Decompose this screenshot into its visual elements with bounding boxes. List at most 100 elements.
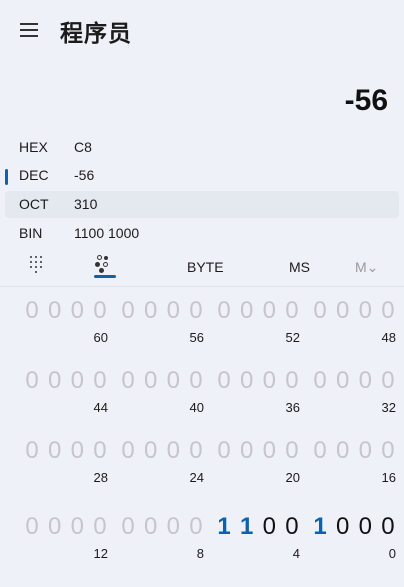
bit-toggle[interactable]: 0 [118,510,138,544]
bit-toggle[interactable]: 0 [214,434,234,468]
bit-toggle[interactable]: 0 [67,364,87,398]
bit-toggle[interactable]: 0 [310,294,330,328]
memory-store-button[interactable]: MS [289,259,310,289]
result-display: -56 [344,84,388,117]
full-keypad-icon[interactable] [28,254,48,274]
bit-toggle[interactable]: 0 [141,510,161,544]
bit-toggle[interactable]: 0 [163,510,183,544]
bit-toggle[interactable]: 0 [163,364,183,398]
bit-digits: 0000 [310,364,398,398]
bit-toggle[interactable]: 0 [378,510,398,544]
bit-toggle[interactable]: 0 [22,294,42,328]
bit-digits: 0000 [214,294,302,328]
bit-toggle[interactable]: 0 [355,510,375,544]
bit-toggle[interactable]: 0 [310,364,330,398]
bit-digits: 0000 [310,294,398,328]
radix-value: 1100 1000 [74,225,140,241]
bit-position-label: 16 [381,470,396,485]
bit-position-label: 8 [196,546,204,561]
bit-toggle[interactable]: 0 [282,294,302,328]
bit-digits: 0000 [22,364,110,398]
bit-digits: 1100 [214,510,302,544]
bit-toggle[interactable]: 0 [378,434,398,468]
bit-toggle[interactable]: 0 [118,434,138,468]
bit-digits: 0000 [118,364,206,398]
bit-toggle[interactable]: 0 [259,510,279,544]
bit-toggle[interactable]: 0 [237,364,257,398]
bit-toggle[interactable]: 0 [163,434,183,468]
bit-position-label: 44 [93,400,108,415]
title-bar: 程序员 [0,0,404,62]
bit-toggle[interactable]: 0 [22,510,42,544]
bit-toggle[interactable]: 0 [45,434,65,468]
bit-toggle[interactable]: 0 [333,294,353,328]
bit-digits: 0000 [118,294,206,328]
bit-toggle[interactable]: 0 [186,364,206,398]
bit-toggle[interactable]: 1 [310,510,330,544]
bit-toggle[interactable]: 0 [22,364,42,398]
radix-value: 310 [74,196,98,212]
bit-position-label: 48 [381,330,396,345]
bit-position-label: 28 [93,470,108,485]
radix-hex[interactable]: HEX C8 [5,134,399,161]
bit-position-label: 52 [285,330,300,345]
bit-digits: 0000 [214,434,302,468]
bit-toggle[interactable]: 0 [67,510,87,544]
hamburger-icon[interactable] [20,22,40,38]
bit-toggle[interactable]: 0 [355,364,375,398]
bit-toggle[interactable]: 0 [141,434,161,468]
bit-position-label: 12 [93,546,108,561]
active-indicator [5,169,8,185]
bit-toggle[interactable]: 0 [333,364,353,398]
bit-toggle[interactable]: 0 [237,294,257,328]
bit-toggle[interactable]: 0 [282,364,302,398]
bit-toggle[interactable]: 0 [378,294,398,328]
bit-toggle[interactable]: 0 [310,434,330,468]
bit-toggle[interactable]: 0 [45,510,65,544]
bit-toggle[interactable]: 0 [237,434,257,468]
radix-oct[interactable]: OCT 310 [5,191,399,218]
bit-toggle[interactable]: 0 [45,294,65,328]
bit-toggle[interactable]: 0 [90,294,110,328]
bit-toggle[interactable]: 0 [259,364,279,398]
bit-toggle[interactable]: 0 [378,364,398,398]
bit-toggle[interactable]: 0 [45,364,65,398]
bit-toggle[interactable]: 0 [282,510,302,544]
bit-toggle[interactable]: 1 [214,510,234,544]
bit-toggle[interactable]: 0 [355,434,375,468]
radix-bin[interactable]: BIN 1100 1000 [5,220,399,247]
bit-group: 0 0 0 0 12 [22,510,110,570]
bit-toggle[interactable]: 0 [333,510,353,544]
bit-toggle[interactable]: 0 [67,294,87,328]
bit-toggle[interactable]: 0 [186,294,206,328]
bit-toggle[interactable]: 0 [282,434,302,468]
bit-toggle[interactable]: 0 [118,294,138,328]
memory-menu-button[interactable]: M⌄ [355,259,378,289]
bit-toggle[interactable]: 0 [118,364,138,398]
bit-toggle[interactable]: 0 [186,510,206,544]
bit-toggle[interactable]: 0 [214,294,234,328]
bit-toggle[interactable]: 0 [214,364,234,398]
bit-toggle[interactable]: 0 [22,434,42,468]
radix-label: OCT [19,196,49,212]
bit-group: 0 0 0 0 40 [118,364,206,424]
bit-toggle[interactable]: 0 [186,434,206,468]
bit-digits: 0000 [310,434,398,468]
radix-dec[interactable]: DEC -56 [5,162,399,189]
bit-group: 0 0 0 0 48 [310,294,398,354]
bit-toggle[interactable]: 1 [237,510,257,544]
bit-toggle[interactable]: 0 [259,434,279,468]
bit-toggle[interactable]: 0 [141,364,161,398]
bit-toggle[interactable]: 0 [67,434,87,468]
bit-toggle[interactable]: 0 [90,510,110,544]
word-size-button[interactable]: BYTE [187,259,224,289]
bit-position-label: 24 [189,470,204,485]
bit-toggle[interactable]: 0 [259,294,279,328]
bit-toggle[interactable]: 0 [141,294,161,328]
bit-toggle[interactable]: 0 [90,364,110,398]
bit-toggle[interactable]: 0 [333,434,353,468]
bit-toggle[interactable]: 0 [90,434,110,468]
bit-group: 11004 [214,510,302,570]
bit-toggle[interactable]: 0 [163,294,183,328]
bit-toggle[interactable]: 0 [355,294,375,328]
